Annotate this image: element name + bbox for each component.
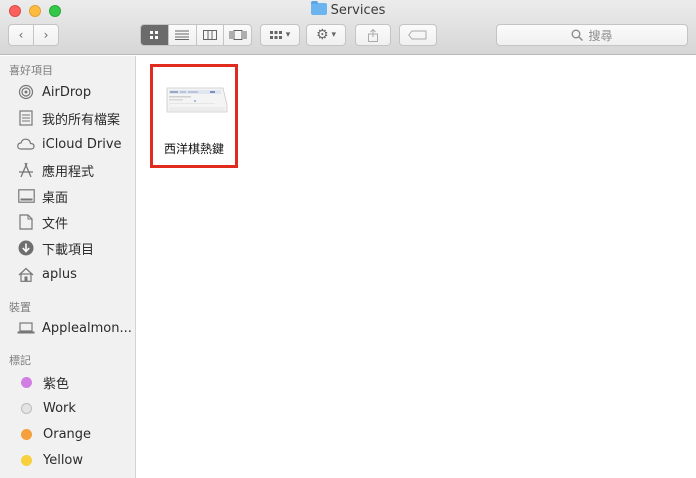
list-icon — [175, 30, 190, 40]
sidebar-item-label: 文件 — [42, 216, 69, 232]
arrange-button[interactable]: ▾ — [260, 24, 300, 46]
search-placeholder: 搜尋 — [588, 28, 613, 43]
chevron-down-icon: ▾ — [331, 30, 337, 40]
applications-icon — [17, 161, 35, 179]
share-icon — [368, 28, 378, 42]
sidebar-item-icloud-drive[interactable]: iCloud Drive — [17, 133, 122, 155]
sidebar-item-tag-yellow[interactable]: Yellow — [17, 449, 83, 471]
window-title-text: Services — [330, 3, 386, 18]
coverflow-icon — [229, 30, 247, 40]
edit-tags-button[interactable] — [399, 24, 437, 46]
tags-section-title: 標記 — [9, 354, 31, 367]
workflow-thumbnail-icon — [166, 87, 228, 113]
back-button[interactable]: ‹ — [9, 25, 33, 45]
toolbar: Services ‹ › ▾ ⚙ ▾ 搜尋 — [0, 0, 696, 55]
sidebar-item-tag-work[interactable]: Work — [17, 397, 76, 419]
cloud-icon — [17, 135, 35, 153]
sidebar-item-label: 應用程式 — [42, 164, 95, 180]
tag-color-dot — [21, 376, 32, 388]
all-files-icon — [17, 109, 35, 127]
chevron-right-icon: › — [43, 28, 49, 42]
columns-icon — [202, 30, 217, 40]
grid-icon — [149, 30, 158, 39]
download-icon — [17, 239, 35, 257]
sidebar-item-tag-orange[interactable]: Orange — [17, 423, 91, 445]
sidebar-item-tag-purple[interactable]: 紫色 — [17, 371, 69, 393]
sidebar-item-label: Orange — [43, 426, 92, 442]
document-icon — [17, 213, 35, 231]
tag-icon — [408, 30, 427, 40]
devices-section-title: 裝置 — [9, 301, 31, 314]
icon-view-button[interactable] — [141, 25, 169, 45]
sidebar-item-label: AirDrop — [42, 84, 92, 100]
favorites-section-title: 喜好項目 — [9, 64, 53, 77]
file-item[interactable]: 西洋棋熱鍵 — [150, 64, 238, 168]
sidebar-item-label: Applealmon... — [42, 320, 132, 336]
search-field[interactable]: 搜尋 — [496, 24, 688, 46]
file-browser-area: 西洋棋熱鍵 — [137, 56, 696, 478]
arrange-grid-icon — [269, 31, 282, 39]
sidebar-item-home[interactable]: aplus — [17, 263, 77, 285]
gear-icon: ⚙ — [315, 27, 329, 43]
back-forward-group: ‹ › — [8, 24, 59, 46]
tag-color-dot — [21, 454, 32, 466]
sidebar-item-desktop[interactable]: 桌面 — [17, 185, 68, 207]
tag-color-dot — [21, 428, 32, 440]
sidebar-item-label: 下載項目 — [42, 242, 95, 258]
folder-icon — [310, 1, 327, 15]
sidebar: 喜好項目 AirDrop 我的所有檔案 iCloud Drive 應用程式 桌面… — [0, 56, 136, 478]
sidebar-item-label: aplus — [42, 266, 77, 282]
sidebar-item-documents[interactable]: 文件 — [17, 211, 68, 233]
share-button[interactable] — [355, 24, 391, 46]
desktop-icon — [17, 187, 35, 205]
sidebar-item-label: iCloud Drive — [42, 136, 122, 152]
airdrop-icon — [17, 83, 35, 101]
window-title: Services — [0, 1, 696, 18]
sidebar-item-applications[interactable]: 應用程式 — [17, 159, 94, 181]
view-mode-group — [140, 24, 252, 46]
sidebar-item-label: Yellow — [43, 452, 84, 468]
chevron-left-icon: ‹ — [18, 28, 24, 42]
gallery-view-button[interactable] — [224, 25, 251, 45]
finder-window: Services ‹ › ▾ ⚙ ▾ 搜尋 喜好項目 AirDrop 我的所有檔… — [0, 0, 696, 478]
sidebar-item-all-files[interactable]: 我的所有檔案 — [17, 107, 120, 129]
tag-color-dot — [21, 402, 32, 414]
forward-button[interactable]: › — [34, 25, 58, 45]
laptop-icon — [17, 319, 35, 337]
action-button[interactable]: ⚙ ▾ — [306, 24, 346, 46]
sidebar-item-label: 桌面 — [42, 190, 69, 206]
sidebar-item-airdrop[interactable]: AirDrop — [17, 81, 91, 103]
search-icon — [572, 29, 584, 41]
sidebar-item-device[interactable]: Applealmon... — [17, 317, 132, 339]
file-name: 西洋棋熱鍵 — [163, 142, 224, 156]
sidebar-item-label: 我的所有檔案 — [42, 112, 121, 128]
sidebar-item-downloads[interactable]: 下載項目 — [17, 237, 94, 259]
chevron-down-icon: ▾ — [285, 30, 291, 40]
sidebar-item-label: 紫色 — [43, 376, 70, 392]
sidebar-item-label: Work — [43, 400, 76, 416]
column-view-button[interactable] — [197, 25, 225, 45]
home-icon — [17, 265, 35, 283]
list-view-button[interactable] — [169, 25, 197, 45]
